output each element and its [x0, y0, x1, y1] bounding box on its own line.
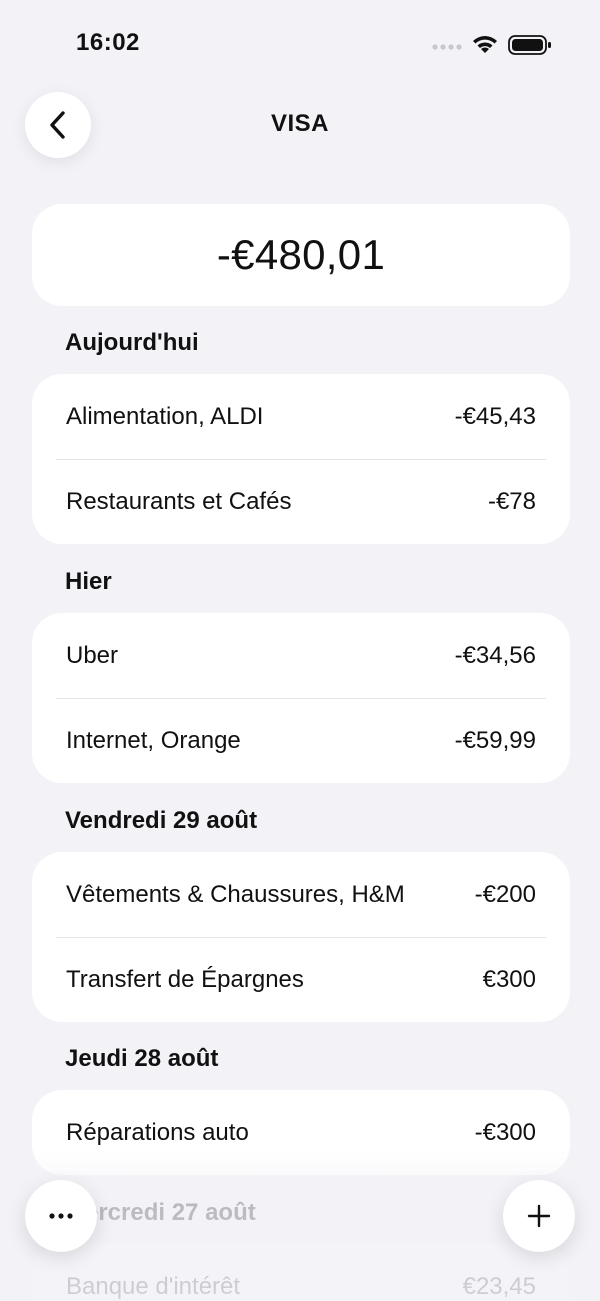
transaction-amount: €300 — [482, 965, 536, 993]
transaction-row[interactable]: Alimentation, ALDI -€45,43 — [32, 374, 570, 459]
transaction-label: Uber — [66, 641, 119, 669]
transaction-group-wednesday: Banque d'intérêt €23,45 — [32, 1244, 570, 1301]
page-title: VISA — [270, 110, 329, 137]
transaction-label: Transfert de Épargnes — [66, 965, 304, 993]
more-horizontal-icon — [49, 1213, 73, 1219]
transaction-row[interactable]: Transfert de Épargnes €300 — [32, 937, 570, 1022]
transaction-label: Alimentation, ALDI — [66, 402, 264, 430]
transaction-row[interactable]: Uber -€34,56 — [32, 613, 570, 698]
transaction-row[interactable]: Internet, Orange -€59,99 — [32, 698, 570, 783]
transaction-amount: €23,45 — [462, 1272, 536, 1300]
wifi-icon — [473, 36, 497, 53]
section-header-friday: Vendredi 29 août — [65, 807, 258, 834]
transaction-label: Banque d'intérêt — [66, 1272, 241, 1300]
transaction-amount: -€300 — [474, 1118, 536, 1146]
transaction-row[interactable]: Vêtements & Chaussures, H&M -€200 — [32, 852, 570, 937]
transaction-row[interactable]: Réparations auto -€300 — [32, 1090, 570, 1175]
status-time: 16:02 — [76, 29, 140, 56]
transaction-label: Vêtements & Chaussures, H&M — [66, 880, 405, 908]
status-bar: 16:02 — [0, 0, 600, 90]
more-button[interactable] — [25, 1180, 97, 1252]
add-button[interactable] — [503, 1180, 575, 1252]
transaction-label: Restaurants et Cafés — [66, 487, 292, 515]
transaction-group-thursday: Réparations auto -€300 — [32, 1090, 570, 1175]
transaction-amount: -€34,56 — [454, 641, 536, 669]
plus-icon — [527, 1204, 551, 1228]
balance-card: -€480,01 — [32, 204, 570, 306]
transaction-amount: -€78 — [487, 487, 536, 515]
transaction-row[interactable]: Restaurants et Cafés -€78 — [32, 459, 570, 544]
app-screen: 16:02 VISA -€480,01 Aujourd'hui Alimenta… — [0, 0, 600, 1301]
section-header-thursday: Jeudi 28 août — [65, 1045, 219, 1072]
transaction-group-today: Alimentation, ALDI -€45,43 Restaurants e… — [32, 374, 570, 544]
transaction-label: Réparations auto — [66, 1118, 249, 1146]
transaction-amount: -€59,99 — [454, 726, 536, 754]
transaction-label: Internet, Orange — [66, 726, 241, 754]
transaction-group-friday: Vêtements & Chaussures, H&M -€200 Transf… — [32, 852, 570, 1022]
section-header-today: Aujourd'hui — [65, 329, 199, 356]
transaction-group-yesterday: Uber -€34,56 Internet, Orange -€59,99 — [32, 613, 570, 783]
transaction-amount: -€200 — [474, 880, 536, 908]
signal-icon — [432, 44, 462, 50]
transaction-row[interactable]: Banque d'intérêt €23,45 — [32, 1244, 570, 1301]
transaction-amount: -€45,43 — [454, 402, 536, 430]
section-header-yesterday: Hier — [65, 568, 112, 595]
battery-icon — [508, 35, 551, 55]
balance-amount: -€480,01 — [216, 231, 386, 278]
